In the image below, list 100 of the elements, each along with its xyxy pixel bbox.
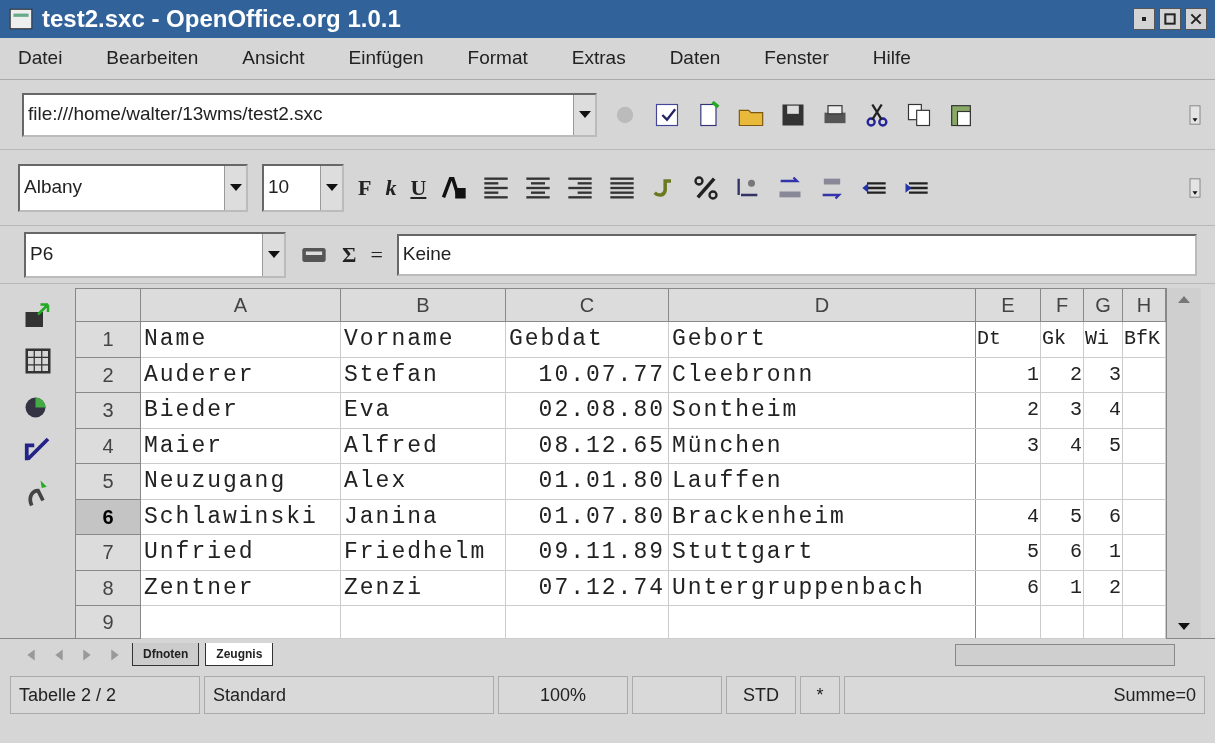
function-button[interactable]: =: [370, 238, 383, 271]
table-cell: 6: [975, 570, 1041, 606]
status-field: *: [800, 676, 840, 714]
table-cell: Sontheim: [668, 392, 976, 428]
percent-icon[interactable]: [692, 173, 721, 202]
menu-item[interactable]: Ansicht: [242, 44, 305, 73]
close-icon: [1188, 11, 1204, 27]
table-cell: Alfred: [340, 428, 506, 464]
menu-item[interactable]: Einfügen: [348, 44, 424, 73]
sheet-tab[interactable]: Zeugnis: [205, 643, 274, 666]
table-cell: München: [668, 428, 976, 464]
horizontal-scrollbar[interactable]: [955, 643, 1175, 666]
table-cell: Gebort: [668, 321, 976, 357]
column-header[interactable]: B: [340, 288, 506, 322]
row-header[interactable]: 5: [75, 463, 141, 499]
sum-button[interactable]: Σ: [342, 238, 357, 271]
row-header[interactable]: 3: [75, 392, 141, 428]
table-cell: Maier: [140, 428, 341, 464]
row-header[interactable]: 6: [75, 499, 141, 535]
row-header[interactable]: 4: [75, 428, 141, 464]
table-cell: 5: [975, 534, 1041, 570]
status-field: Tabelle 2 / 2: [10, 676, 200, 714]
minimize-button[interactable]: [1133, 8, 1155, 30]
row-header[interactable]: 2: [75, 357, 141, 393]
menu-item[interactable]: Daten: [669, 44, 721, 73]
status-field: Standard: [204, 676, 494, 714]
table-cell: 5: [1040, 499, 1084, 535]
table-cell: 09.11.89: [505, 534, 669, 570]
status-field: 100%: [498, 676, 628, 714]
table-cell: Bieder: [140, 392, 341, 428]
table-cell: 10.07.77: [505, 357, 669, 393]
status-field: STD: [726, 676, 796, 714]
column-header[interactable]: A: [140, 288, 341, 322]
table-cell: Auderer: [140, 357, 341, 393]
table-cell: 1: [1083, 534, 1123, 570]
dropdown-arrow-icon: [267, 251, 280, 258]
table-cell: 3: [1040, 392, 1084, 428]
vertical-scrollbar[interactable]: [1166, 288, 1201, 638]
url-field[interactable]: file:///home/walter/13wms/test2.sxc: [22, 92, 597, 137]
table-cell: 3: [1083, 357, 1123, 393]
table-cell: Friedhelm: [340, 534, 506, 570]
table-cell: 07.12.74: [505, 570, 669, 606]
table-cell: Dt: [975, 321, 1041, 357]
cell-reference-field[interactable]: P6: [24, 231, 286, 278]
column-header[interactable]: E: [975, 288, 1041, 322]
table-cell: BfK: [1122, 321, 1166, 357]
table-cell: Gebdat: [505, 321, 669, 357]
table-cell: 3: [975, 428, 1041, 464]
table-cell: Lauffen: [668, 463, 976, 499]
menu-item[interactable]: Extras: [571, 44, 626, 73]
menu-item[interactable]: Fenster: [764, 44, 829, 73]
font-size-field[interactable]: 10: [262, 163, 344, 212]
bold-button[interactable]: F: [358, 171, 372, 204]
menu-item[interactable]: Datei: [18, 44, 63, 73]
table-cell: Schlawinski: [140, 499, 341, 535]
maximize-button[interactable]: [1159, 8, 1181, 30]
dropdown-arrow-icon: [229, 184, 242, 191]
column-header[interactable]: D: [668, 288, 976, 322]
table-cell: 6: [1040, 534, 1084, 570]
menu-item[interactable]: Format: [467, 44, 528, 73]
sheet-tab[interactable]: Dfnoten: [132, 643, 200, 666]
row-header[interactable]: 8: [75, 570, 141, 606]
table-cell: Stuttgart: [668, 534, 976, 570]
table-cell: Stefan: [340, 357, 506, 393]
font-name-field[interactable]: Albany: [18, 163, 248, 212]
column-header[interactable]: G: [1083, 288, 1123, 322]
table-cell: 2: [975, 392, 1041, 428]
row-header[interactable]: 7: [75, 534, 141, 570]
table-cell: 5: [1083, 428, 1123, 464]
dropdown-arrow-icon: [578, 111, 591, 118]
app-icon: [8, 6, 34, 32]
table-cell: 01.07.80: [505, 499, 669, 535]
status-field: Summe=0: [844, 676, 1205, 714]
table-cell: 08.12.65: [505, 428, 669, 464]
table-cell: 2: [1083, 570, 1123, 606]
close-button[interactable]: [1185, 8, 1207, 30]
maximize-icon: [1162, 11, 1178, 27]
formula-input-field[interactable]: Keine: [396, 233, 1197, 276]
window-title: test2.sxc - OpenOffice.org 1.0.1: [42, 4, 402, 34]
menu-item[interactable]: Hilfe: [872, 44, 911, 73]
row-header[interactable]: 1: [75, 321, 141, 357]
corner-cell[interactable]: [75, 288, 141, 322]
table-cell: Neuzugang: [140, 463, 341, 499]
table-cell: Unfried: [140, 534, 341, 570]
table-cell: 01.01.80: [505, 463, 669, 499]
table-cell: Janina: [340, 499, 506, 535]
column-header[interactable]: H: [1122, 288, 1166, 322]
table-cell: Alex: [340, 463, 506, 499]
table-cell: 6: [1083, 499, 1123, 535]
menu-item[interactable]: Bearbeiten: [106, 44, 199, 73]
row-header[interactable]: 9: [75, 605, 141, 639]
table-cell: Wi: [1083, 321, 1123, 357]
underline-button[interactable]: U: [410, 171, 427, 204]
table-cell: Zenzi: [340, 570, 506, 606]
column-header[interactable]: F: [1040, 288, 1084, 322]
table-cell: 2: [1040, 357, 1084, 393]
table-cell: 02.08.80: [505, 392, 669, 428]
italic-button[interactable]: k: [385, 171, 397, 204]
column-header[interactable]: C: [505, 288, 669, 322]
table-cell: Eva: [340, 392, 506, 428]
